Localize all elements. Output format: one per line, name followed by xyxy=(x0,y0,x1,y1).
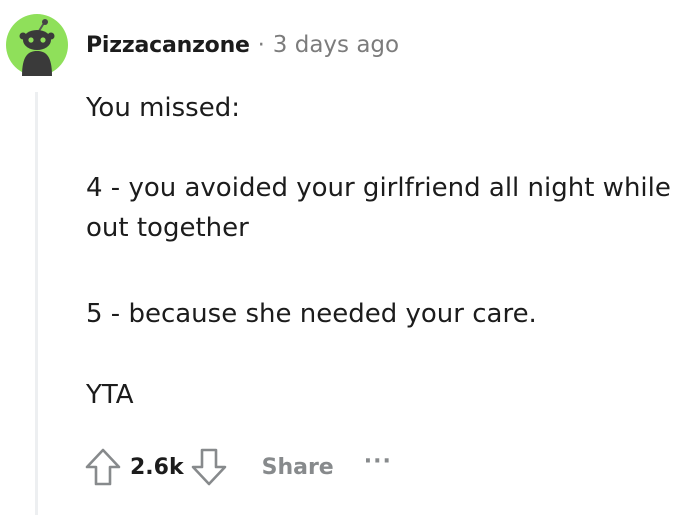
upvote-arrow-icon xyxy=(85,448,121,486)
comment-paragraph: 5 - because she needed your care. xyxy=(86,299,537,329)
vote-score: 2.6k xyxy=(130,454,184,480)
timestamp[interactable]: 3 days ago xyxy=(273,32,399,58)
comment-header: Pizzacanzone · 3 days ago xyxy=(86,28,399,62)
comment-actions: 2.6k Share ··· xyxy=(80,444,392,490)
comment: Pizzacanzone · 3 days ago You missed: 4 … xyxy=(0,0,700,515)
share-button[interactable]: Share xyxy=(262,455,334,480)
downvote-button[interactable] xyxy=(186,444,232,490)
username-link[interactable]: Pizzacanzone xyxy=(86,33,250,58)
comment-paragraph: YTA xyxy=(86,380,134,410)
snoo-avatar-icon[interactable] xyxy=(6,14,68,76)
comment-paragraph: 4 - you avoided your girlfriend all nigh… xyxy=(86,173,671,243)
thread-collapse-line[interactable] xyxy=(35,92,38,515)
meta-separator: · xyxy=(257,32,265,58)
downvote-arrow-icon xyxy=(191,448,226,486)
comment-paragraph: You missed: xyxy=(86,93,240,123)
more-options-button[interactable]: ··· xyxy=(364,449,392,474)
upvote-button[interactable] xyxy=(80,444,126,490)
